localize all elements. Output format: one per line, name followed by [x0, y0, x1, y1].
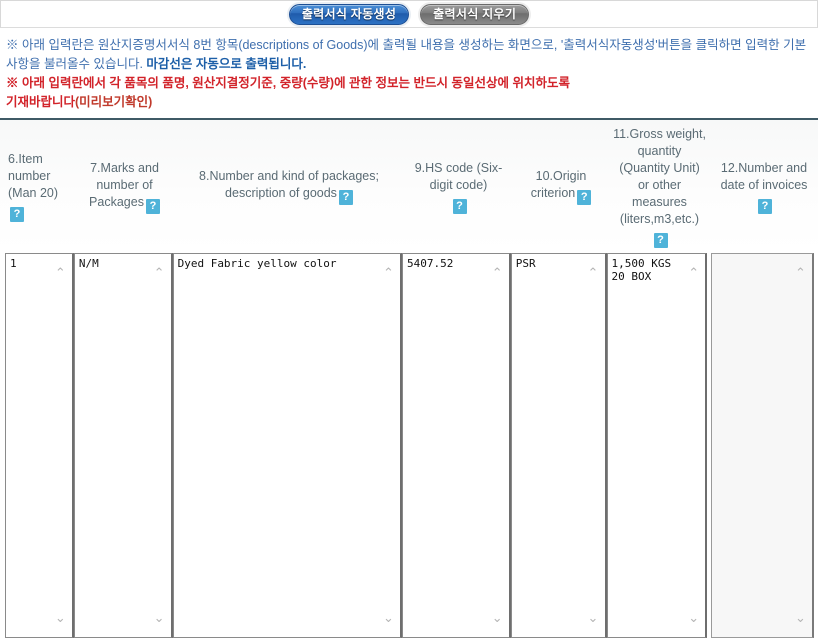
scroll-up-icon-description-of-goods[interactable]: ⌃ — [382, 266, 395, 279]
notice-panel: ※ 아래 입력란은 원산지증명서서식 8번 항목(descriptions of… — [0, 28, 818, 120]
scroll-up-icon-item-number[interactable]: ⌃ — [54, 266, 67, 279]
toolbar: 출력서식 자동생성 출력서식 지우기 — [0, 0, 818, 28]
notice-line-1-emphasis: 마감선은 자동으로 출력됩니다. — [146, 57, 307, 71]
column-header-hs-code: 9.HS code (Six-digit code)? — [404, 120, 513, 253]
notice-line-3-sub: (미리보기확인) — [75, 95, 153, 109]
column-header-origin-criterion: 10.Origin criterion? — [513, 120, 609, 253]
scroll-down-icon-invoices[interactable]: ⌄ — [794, 611, 807, 624]
column-header-invoices-label: 12.Number and date of invoices — [720, 160, 808, 192]
column-header-gross-weight-quantity-label: 11.Gross weight, quantity (Quantity Unit… — [613, 126, 706, 226]
help-icon-origin-criterion[interactable]: ? — [577, 190, 592, 205]
scroll-up-icon-hs-code[interactable]: ⌃ — [491, 266, 504, 279]
column-header-marks-packages: 7.Marks and number of Packages? — [75, 120, 174, 253]
scroll-down-icon-description-of-goods[interactable]: ⌄ — [382, 611, 395, 624]
notice-line-1-text: ※ 아래 입력란은 원산지증명서서식 8번 항목(descriptions of… — [6, 38, 807, 71]
help-icon-hs-code[interactable]: ? — [452, 198, 467, 214]
column-header-item-number-label: 6.Item number (Man 20) — [8, 152, 59, 200]
scroll-down-icon-hs-code[interactable]: ⌄ — [491, 611, 504, 624]
help-icon-item-number[interactable]: ? — [10, 207, 24, 222]
grid-data-row: 1 ⌃ ⌄ N/M ⌃ ⌄ Dyed Fabric yellow color ⌃… — [0, 253, 818, 638]
help-icon-invoices[interactable]: ? — [758, 198, 772, 214]
column-header-gross-weight-quantity: 11.Gross weight, quantity (Quantity Unit… — [609, 120, 710, 253]
scroll-down-icon-gross-weight-quantity[interactable]: ⌄ — [687, 611, 700, 624]
help-icon-description-of-goods[interactable]: ? — [338, 190, 353, 205]
input-description-of-goods-value: Dyed Fabric yellow color — [177, 257, 337, 270]
input-description-of-goods[interactable]: Dyed Fabric yellow color ⌃ ⌄ — [172, 253, 402, 638]
grid-header-row: 6.Item number (Man 20)? 7.Marks and numb… — [0, 120, 818, 253]
column-header-invoices: 12.Number and date of invoices? — [710, 120, 818, 253]
goods-description-grid: 6.Item number (Man 20)? 7.Marks and numb… — [0, 120, 818, 638]
input-item-number[interactable]: 1 ⌃ ⌄ — [5, 253, 74, 638]
scroll-up-icon-marks-packages[interactable]: ⌃ — [153, 266, 166, 279]
scroll-up-icon-invoices[interactable]: ⌃ — [794, 266, 807, 279]
input-hs-code[interactable]: 5407.52 ⌃ ⌄ — [402, 253, 511, 638]
scroll-up-icon-gross-weight-quantity[interactable]: ⌃ — [687, 266, 700, 279]
column-header-item-number: 6.Item number (Man 20)? — [0, 120, 75, 253]
notice-line-3: 기재바랍니다(미리보기확인) — [6, 93, 812, 112]
clear-output-form-button[interactable]: 출력서식 지우기 — [420, 3, 530, 25]
column-header-hs-code-label: 9.HS code (Six-digit code) — [414, 160, 503, 192]
help-icon-marks-packages[interactable]: ? — [145, 198, 160, 214]
notice-line-3-main: 기재바랍니다 — [6, 95, 76, 109]
input-invoices-value — [712, 254, 812, 260]
scroll-up-icon-origin-criterion[interactable]: ⌃ — [587, 266, 600, 279]
scroll-down-icon-item-number[interactable]: ⌄ — [54, 611, 67, 624]
scroll-down-icon-origin-criterion[interactable]: ⌄ — [587, 611, 600, 624]
input-marks-packages[interactable]: N/M ⌃ ⌄ — [73, 253, 173, 638]
scroll-down-icon-marks-packages[interactable]: ⌄ — [153, 611, 166, 624]
input-invoices[interactable]: ⌃ ⌄ — [711, 253, 814, 638]
input-origin-criterion[interactable]: PSR ⌃ ⌄ — [510, 253, 607, 638]
input-gross-weight-quantity[interactable]: 1,500 KGS 20 BOX ⌃ ⌄ — [606, 253, 708, 638]
help-icon-gross-weight-quantity[interactable]: ? — [653, 232, 668, 248]
notice-line-1: ※ 아래 입력란은 원산지증명서서식 8번 항목(descriptions of… — [6, 36, 812, 74]
generate-output-form-button[interactable]: 출력서식 자동생성 — [288, 3, 410, 25]
notice-line-2: ※ 아래 입력란에서 각 품목의 품명, 원산지결정기준, 중량(수량)에 관한… — [6, 76, 570, 90]
column-header-description-of-goods: 8.Number and kind of packages; descripti… — [174, 120, 404, 253]
